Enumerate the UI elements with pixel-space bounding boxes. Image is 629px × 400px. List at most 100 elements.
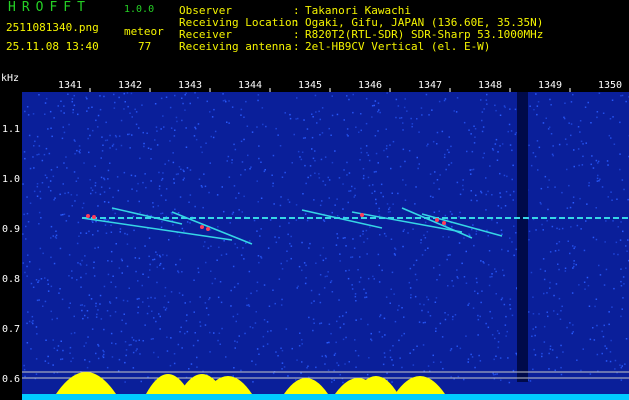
noise-dot <box>47 283 49 285</box>
noise-dot <box>160 212 162 215</box>
noise-dot <box>427 143 429 145</box>
noise-dot <box>353 247 356 249</box>
noise-dot <box>128 287 130 289</box>
noise-dot <box>23 151 26 153</box>
noise-dot <box>541 355 543 358</box>
noise-dot <box>174 129 176 131</box>
noise-dot <box>324 156 327 158</box>
noise-dot <box>245 297 248 300</box>
noise-dot <box>56 349 59 352</box>
noise-dot <box>307 176 309 179</box>
noise-dot <box>209 331 211 334</box>
noise-dot <box>579 131 581 133</box>
noise-dot <box>371 105 374 107</box>
noise-dot <box>289 117 292 120</box>
noise-dot <box>509 237 511 239</box>
noise-dot <box>342 237 345 239</box>
noise-dot <box>53 262 56 265</box>
noise-dot <box>268 305 271 307</box>
noise-dot <box>130 344 132 346</box>
noise-dot <box>281 368 283 370</box>
noise-dot <box>468 233 470 235</box>
noise-dot <box>293 133 295 136</box>
noise-dot <box>119 231 121 233</box>
noise-dot <box>117 189 120 192</box>
noise-dot <box>434 171 436 173</box>
noise-dot <box>401 334 403 337</box>
noise-dot <box>220 254 223 256</box>
noise-dot <box>467 358 470 360</box>
noise-dot <box>381 269 383 272</box>
noise-dot <box>530 271 533 274</box>
noise-dot <box>205 261 207 264</box>
noise-dot <box>378 207 380 210</box>
noise-dot <box>77 113 79 116</box>
noise-dot <box>214 277 216 280</box>
noise-dot <box>124 232 126 235</box>
y-tick-label: 0.7 <box>2 324 21 335</box>
noise-dot <box>111 356 114 358</box>
noise-dot <box>189 301 191 303</box>
noise-dot <box>463 237 465 239</box>
noise-dot <box>184 302 186 304</box>
noise-dot <box>181 227 184 230</box>
noise-dot <box>185 320 188 322</box>
noise-dot <box>106 139 109 141</box>
noise-dot <box>567 240 569 242</box>
noise-dot <box>511 241 513 243</box>
noise-dot <box>564 138 567 140</box>
noise-dot <box>192 344 195 347</box>
noise-dot <box>443 156 446 159</box>
noise-dot <box>378 109 380 111</box>
noise-dot <box>204 324 207 326</box>
noise-dot <box>160 179 163 181</box>
noise-dot <box>609 118 612 120</box>
noise-dot <box>587 101 589 104</box>
noise-dot <box>418 321 421 323</box>
noise-dot <box>69 346 72 349</box>
noise-dot <box>327 271 329 273</box>
noise-dot <box>125 322 127 325</box>
noise-dot <box>346 128 349 130</box>
noise-dot <box>32 286 35 288</box>
noise-dot <box>59 247 62 250</box>
noise-dot <box>549 281 551 284</box>
noise-dot <box>29 202 32 204</box>
noise-dot <box>579 120 582 122</box>
noise-dot <box>619 364 621 366</box>
noise-dot <box>602 335 605 338</box>
noise-dot <box>428 114 430 116</box>
noise-dot <box>549 251 552 253</box>
noise-dot <box>277 355 279 357</box>
noise-dot <box>432 354 434 357</box>
noise-dot <box>604 241 606 243</box>
noise-dot <box>448 151 450 154</box>
noise-dot <box>622 297 624 299</box>
noise-dot <box>151 310 153 312</box>
noise-dot <box>549 348 552 350</box>
noise-dot <box>95 305 97 307</box>
noise-dot <box>374 100 377 102</box>
noise-dot <box>110 231 113 233</box>
noise-dot <box>355 366 357 368</box>
noise-dot <box>270 330 272 332</box>
noise-dot <box>305 264 307 267</box>
noise-dot <box>402 122 404 124</box>
noise-dot <box>103 353 105 356</box>
noise-dot <box>508 381 511 384</box>
noise-dot <box>364 296 366 299</box>
noise-dot <box>362 177 365 180</box>
noise-dot <box>391 192 393 194</box>
noise-dot <box>301 269 303 272</box>
noise-dot <box>604 345 606 347</box>
noise-dot <box>348 98 350 101</box>
noise-dot <box>491 219 493 221</box>
noise-dot <box>382 195 384 198</box>
noise-dot <box>95 316 98 318</box>
noise-dot <box>548 368 550 370</box>
noise-dot <box>149 263 151 266</box>
noise-dot <box>112 196 114 198</box>
noise-dot <box>596 353 599 356</box>
noise-dot <box>605 360 608 362</box>
noise-dot <box>385 296 388 298</box>
